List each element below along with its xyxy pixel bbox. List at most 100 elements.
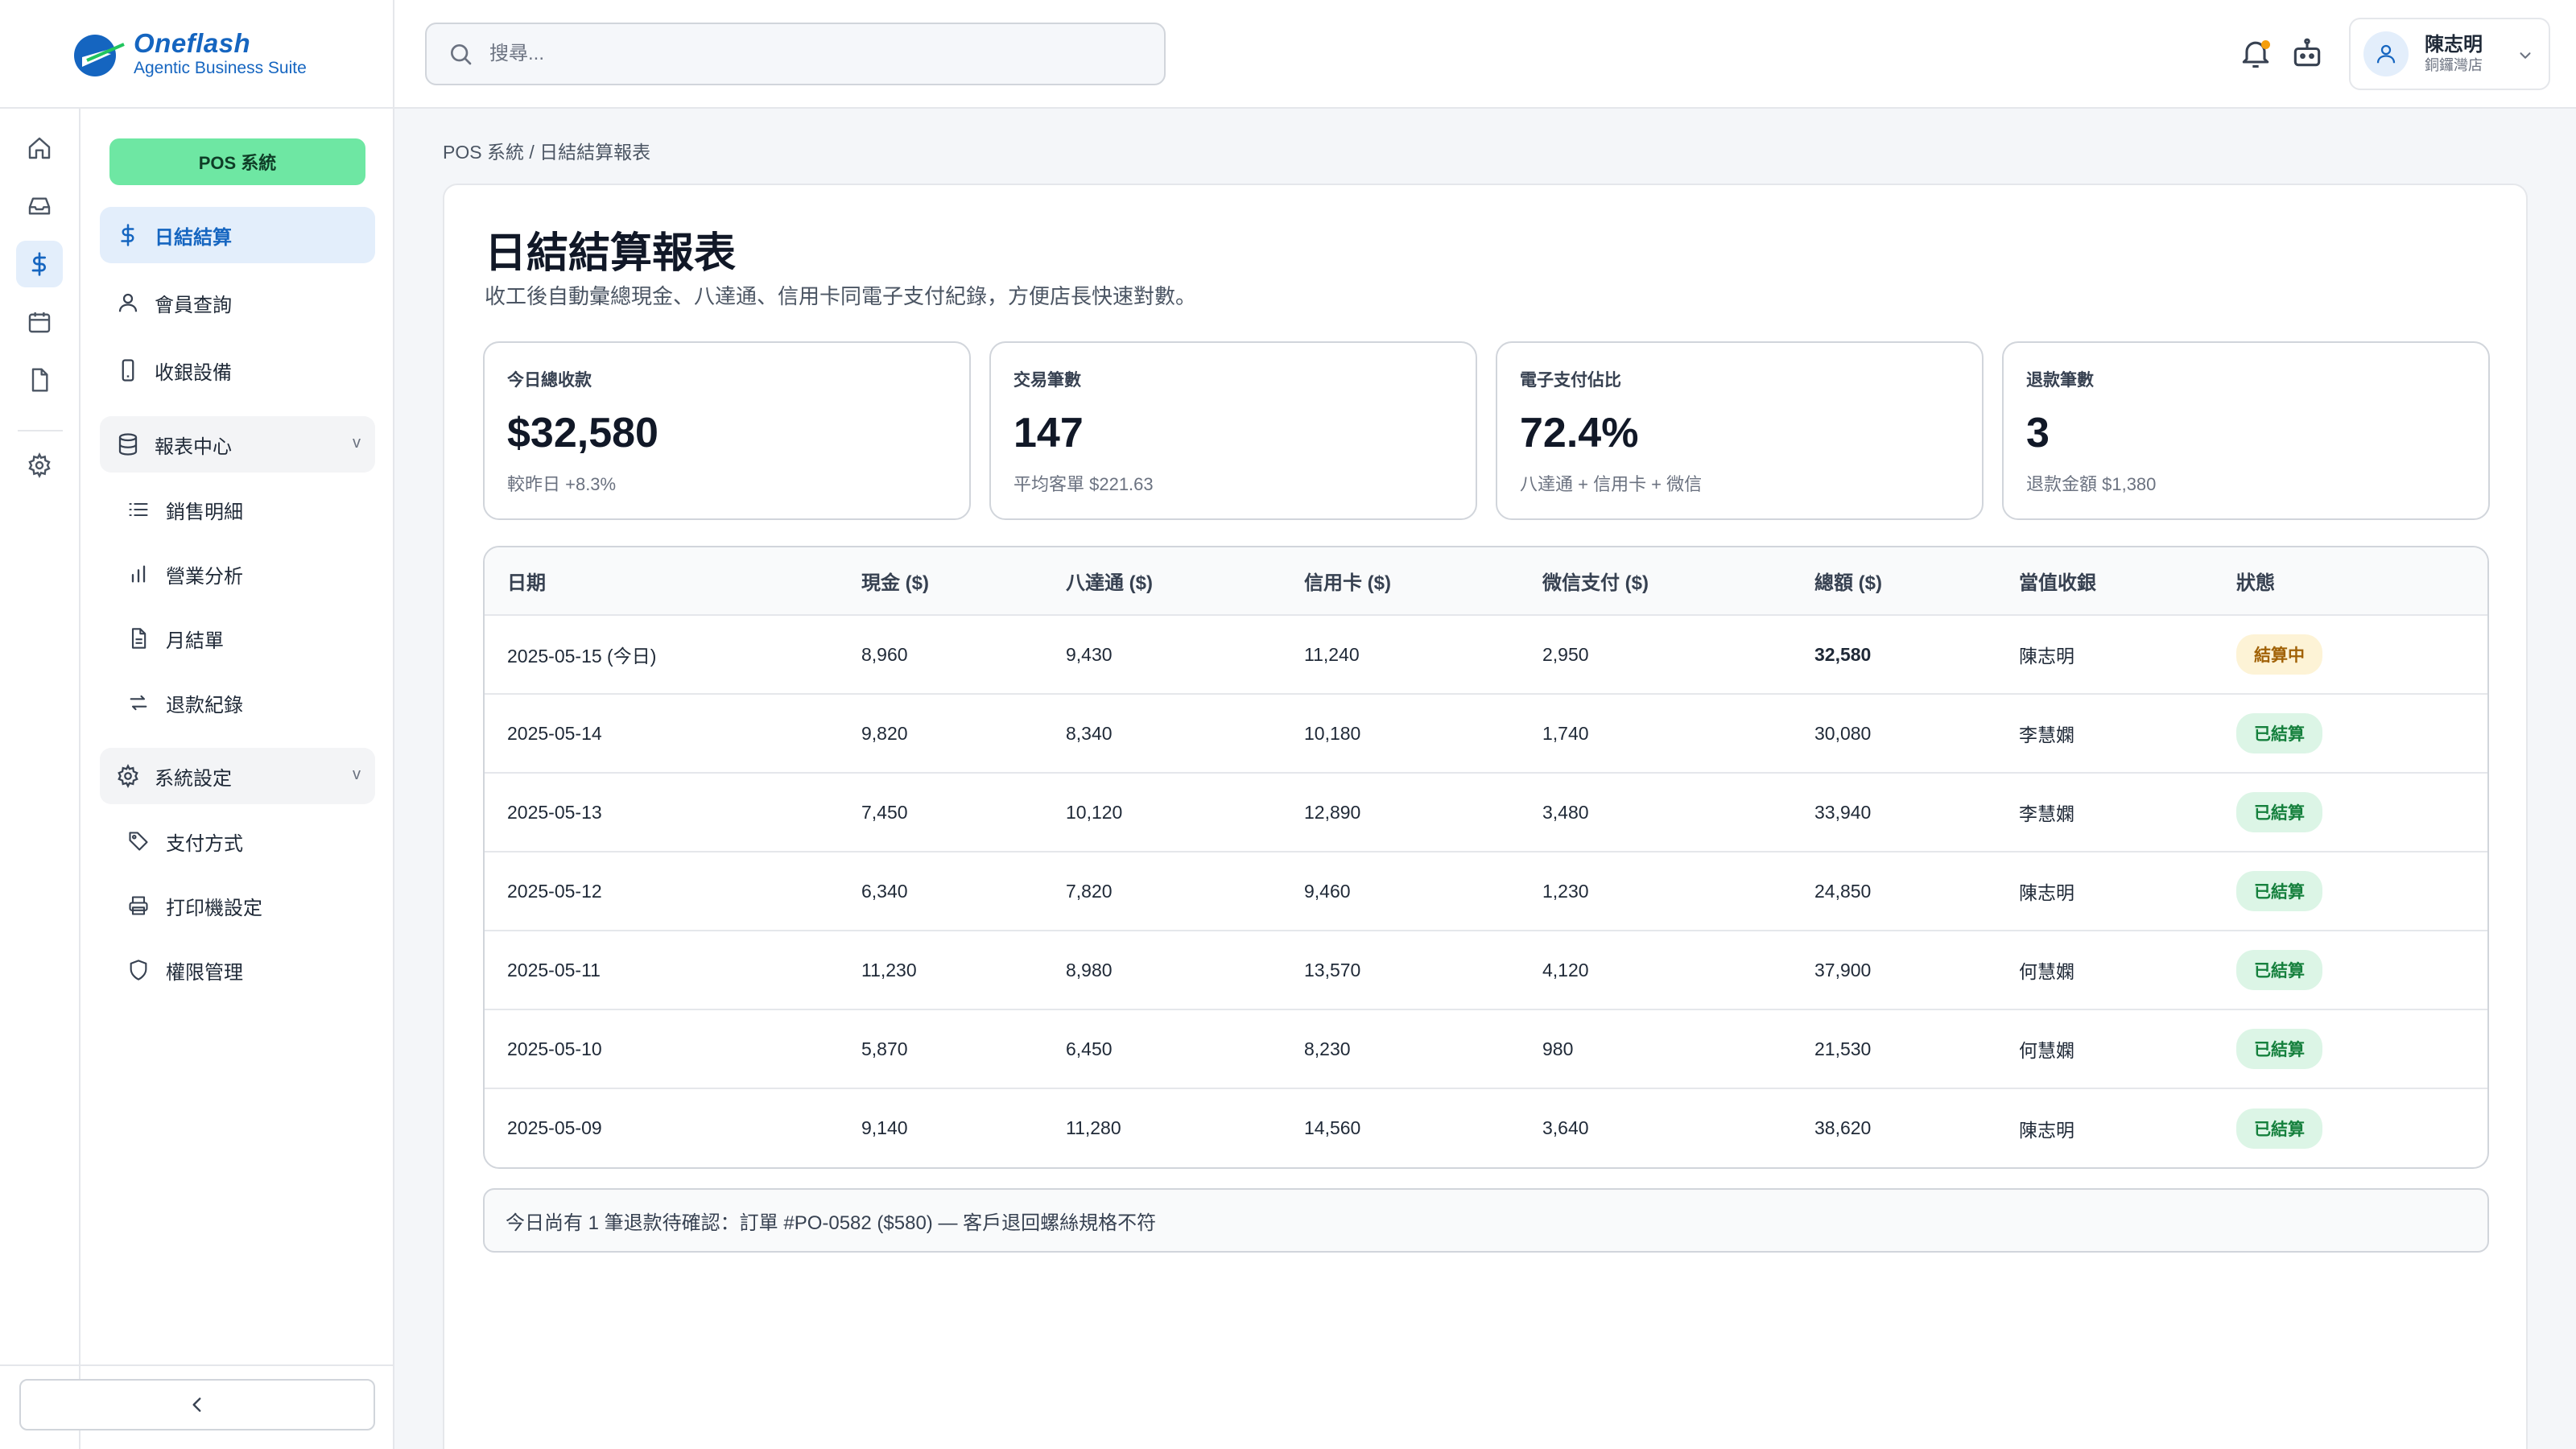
sub-item-sales-detail[interactable]: 銷售明細 <box>127 486 369 533</box>
pending-refund-notice: 今日尚有 1 筆退款待確認：訂單 #PO-0582 ($580) — 客戶退回螺… <box>483 1188 2489 1253</box>
column-header[interactable]: 狀態 <box>2214 547 2487 616</box>
file-icon[interactable] <box>16 357 63 403</box>
column-header[interactable]: 現金 ($) <box>839 547 1043 616</box>
wechat-pay-cell: 4,120 <box>1520 931 1792 1010</box>
kpi-subtext: 八達通 + 信用卡 + 微信 <box>1520 474 1703 494</box>
credit-card-cell: 9,460 <box>1282 852 1520 931</box>
nav-group-settings[interactable]: 系統設定 v <box>100 748 375 804</box>
top-bar: 陳志明 銅鑼灣店 <box>394 0 2576 109</box>
search-box[interactable] <box>425 23 1166 85</box>
list-icon <box>129 502 148 517</box>
nav-item-member-lookup[interactable]: 會員查詢 <box>100 275 375 331</box>
credit-card-cell: 8,230 <box>1282 1009 1520 1089</box>
total-cell: 33,940 <box>1792 773 1996 852</box>
collapse-sidebar-button[interactable] <box>19 1379 375 1430</box>
kpi-card-epayment-share: 電子支付佔比 72.4% 八達通 + 信用卡 + 微信 <box>1496 341 1984 520</box>
nav-item-label: 會員查詢 <box>155 294 232 316</box>
breadcrumb[interactable]: POS 系統 / 日結結算報表 <box>443 137 650 164</box>
kpi-card-refunds: 退款筆數 3 退款金額 $1,380 <box>2002 341 2490 520</box>
cashier-cell: 何慧嫻 <box>1996 1009 2214 1089</box>
refund-icon <box>130 695 147 711</box>
ai-agent-icon[interactable] <box>2289 35 2325 71</box>
kpi-subtext: 平均客單 $221.63 <box>1013 474 1154 494</box>
printer-icon <box>129 896 148 915</box>
status-cell: 已結算 <box>2214 1009 2487 1089</box>
brand-logo[interactable]: Oneflash Agentic Business Suite <box>0 0 394 109</box>
chevron-left-icon <box>192 1397 201 1412</box>
table-row[interactable]: 2025-05-09 9,140 11,280 14,560 3,640 38,620 陳志… <box>485 1088 2487 1167</box>
table-row[interactable]: 2025-05-11 11,230 8,980 13,570 4,120 37,900 何慧… <box>485 931 2487 1010</box>
octopus-cell: 8,340 <box>1043 694 1282 774</box>
sub-item-label: 月結單 <box>166 630 224 652</box>
total-cell: 21,530 <box>1792 1009 1996 1089</box>
sub-item-label: 銷售明細 <box>166 501 243 523</box>
inbox-icon[interactable] <box>16 183 63 229</box>
dollar-icon[interactable] <box>16 241 63 287</box>
status-badge: 已結算 <box>2236 871 2322 911</box>
column-header[interactable]: 總額 ($) <box>1792 547 1996 616</box>
search-input[interactable] <box>489 43 1150 65</box>
wechat-pay-cell: 980 <box>1520 1009 1792 1089</box>
sub-item-refund-records[interactable]: 退款紀錄 <box>127 679 369 726</box>
cashier-cell: 李慧嫻 <box>1996 773 2214 852</box>
cash-cell: 7,450 <box>839 773 1043 852</box>
user-name: 陳志明 <box>2425 34 2483 56</box>
column-header[interactable]: 日期 <box>485 547 839 616</box>
table-row[interactable]: 2025-05-14 9,820 8,340 10,180 1,740 30,080 李慧嫻… <box>485 694 2487 774</box>
home-icon[interactable] <box>16 125 63 171</box>
total-cell: 38,620 <box>1814 1117 1872 1138</box>
document-icon <box>131 628 147 649</box>
database-icon <box>118 433 138 456</box>
calendar-icon[interactable] <box>16 299 63 345</box>
status-cell: 結算中 <box>2214 615 2487 695</box>
bar-chart-icon <box>131 565 146 583</box>
status-badge: 已結算 <box>2236 713 2322 753</box>
nav-item-daily-settlement[interactable]: 日結結算 <box>100 207 375 263</box>
kpi-value: 3 <box>2026 410 2050 456</box>
settlement-table: 日期 現金 ($) 八達通 ($) 信用卡 ($) 微信支付 ($) 總額 ($… <box>483 546 2489 1169</box>
status-badge: 已結算 <box>2236 1108 2322 1149</box>
table-row[interactable]: 2025-05-15 (今日) 8,960 9,430 11,240 2,950 32,5… <box>485 615 2487 695</box>
icon-rail <box>0 109 80 1449</box>
total-cell: 24,850 <box>1792 852 1996 931</box>
table-row[interactable]: 2025-05-12 6,340 7,820 9,460 1,230 24,850 陳志明已… <box>485 852 2487 931</box>
gear-icon[interactable] <box>16 442 63 489</box>
column-header[interactable]: 微信支付 ($) <box>1520 547 1792 616</box>
wechat-pay-cell: 2,950 <box>1520 615 1792 695</box>
user-menu[interactable]: 陳志明 銅鑼灣店 <box>2349 18 2550 90</box>
sub-item-monthly-statement[interactable]: 月結單 <box>127 615 369 662</box>
table-row[interactable]: 2025-05-13 7,450 10,120 12,890 3,480 33,940 李慧… <box>485 773 2487 852</box>
brand-name: Oneflash <box>134 27 251 58</box>
table-row[interactable]: 2025-05-10 5,870 6,450 8,230 980 21,530 何慧嫻 已結算 <box>485 1009 2487 1089</box>
sub-item-label: 權限管理 <box>166 961 243 984</box>
nav-group-label: 報表中心 <box>155 436 232 458</box>
column-header[interactable]: 當值收銀 <box>1996 547 2214 616</box>
module-pill-pos[interactable]: POS 系統 <box>109 138 365 185</box>
date-cell: 2025-05-14 <box>485 694 839 774</box>
column-header[interactable]: 八達通 ($) <box>1043 547 1282 616</box>
octopus-cell: 10,120 <box>1043 773 1282 852</box>
sub-item-label: 營業分析 <box>166 565 243 588</box>
sub-item-label: 退款紀錄 <box>166 694 243 716</box>
notification-bell-icon[interactable] <box>2238 35 2273 71</box>
sub-item-permissions[interactable]: 權限管理 <box>127 947 369 993</box>
kpi-label: 電子支付佔比 <box>1520 371 1621 390</box>
nav-item-pos-devices[interactable]: 收銀設備 <box>100 342 375 398</box>
sub-item-label: 支付方式 <box>166 832 243 855</box>
oneflash-logo-icon <box>74 34 125 76</box>
octopus-cell: 9,430 <box>1043 615 1282 695</box>
status-badge: 已結算 <box>2236 792 2322 832</box>
cashier-cell: 陳志明 <box>1996 615 2214 695</box>
column-header[interactable]: 信用卡 ($) <box>1282 547 1520 616</box>
status-cell: 已結算 <box>2214 1088 2487 1167</box>
gear-icon <box>118 764 138 788</box>
cash-cell: 8,960 <box>839 615 1043 695</box>
user-icon <box>2376 44 2396 64</box>
sub-item-business-analysis[interactable]: 營業分析 <box>127 551 369 597</box>
user-store: 銅鑼灣店 <box>2425 57 2483 73</box>
nav-item-label: 收銀設備 <box>155 361 232 384</box>
nav-group-reports[interactable]: 報表中心 v <box>100 416 375 473</box>
sub-item-payment-methods[interactable]: 支付方式 <box>127 818 369 865</box>
cash-cell: 11,230 <box>839 931 1043 1010</box>
sub-item-printer-settings[interactable]: 打印機設定 <box>127 882 369 929</box>
